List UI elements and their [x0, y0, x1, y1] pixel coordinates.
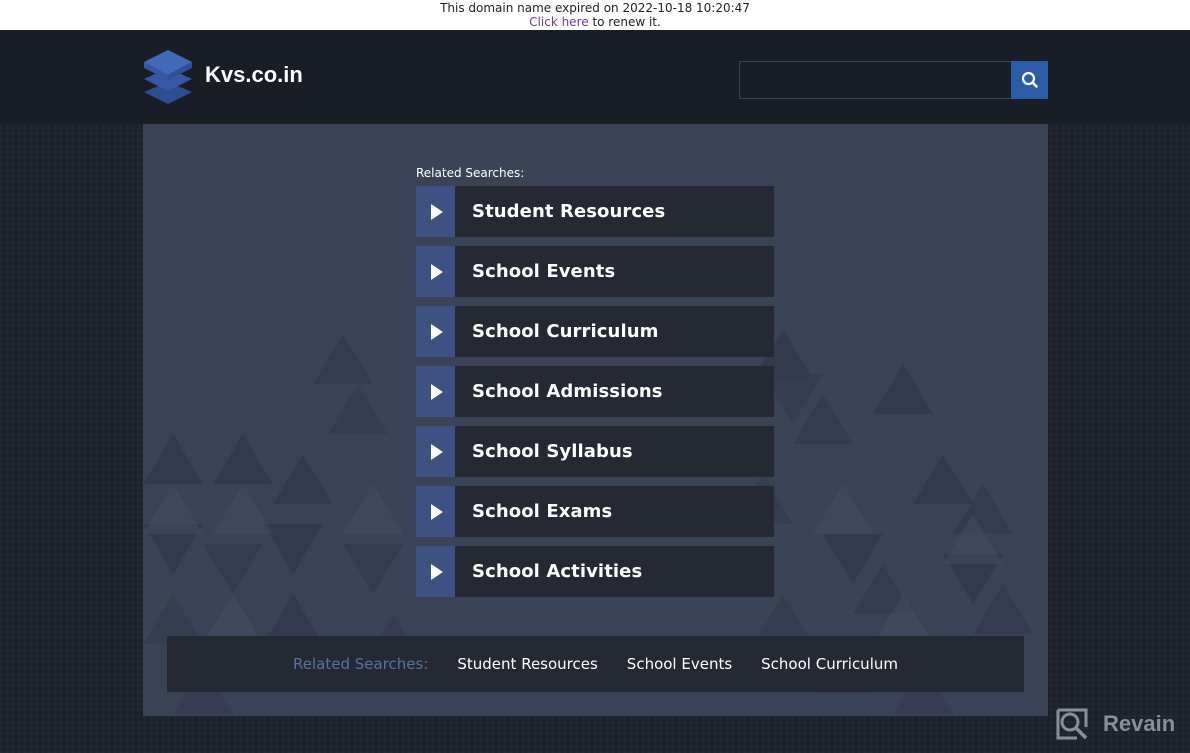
related-searches-label: Related Searches: — [416, 166, 525, 180]
search-form — [739, 61, 1048, 99]
site-header: Kvs.co.in — [0, 30, 1190, 124]
related-link-label: School Activities — [455, 546, 774, 597]
related-link-label: Student Resources — [455, 186, 774, 237]
related-link-school-activities[interactable]: School Activities — [416, 546, 774, 597]
footer-link-school-curriculum[interactable]: School Curriculum — [761, 655, 898, 673]
renew-suffix: to renew it. — [588, 15, 661, 29]
footer-related-label: Related Searches: — [293, 655, 429, 673]
related-link-label: School Admissions — [455, 366, 774, 417]
footer-link-school-events[interactable]: School Events — [627, 655, 732, 673]
main-panel: Related Searches: Student Resources Scho… — [143, 124, 1048, 716]
revain-text: Revain — [1103, 711, 1176, 736]
related-link-school-syllabus[interactable]: School Syllabus — [416, 426, 774, 477]
revain-logo-icon — [1056, 708, 1088, 740]
site-logo[interactable]: Kvs.co.in — [143, 48, 303, 106]
footer-related-searches: Related Searches: Student Resources Scho… — [167, 636, 1024, 692]
logo-text: Kvs.co.in — [205, 62, 303, 87]
play-arrow-icon — [416, 306, 455, 357]
footer-link-student-resources[interactable]: Student Resources — [457, 655, 597, 673]
renew-line: Click here to renew it. — [0, 15, 1190, 29]
search-button[interactable] — [1011, 61, 1048, 99]
related-link-school-exams[interactable]: School Exams — [416, 486, 774, 537]
related-link-school-curriculum[interactable]: School Curriculum — [416, 306, 774, 357]
related-link-label: School Exams — [455, 486, 774, 537]
related-links-list: Student Resources School Events School C… — [416, 186, 774, 606]
play-arrow-icon — [416, 546, 455, 597]
layers-icon — [144, 50, 192, 104]
play-arrow-icon — [416, 486, 455, 537]
play-arrow-icon — [416, 186, 455, 237]
play-arrow-icon — [416, 366, 455, 417]
search-input[interactable] — [739, 61, 1011, 99]
related-link-label: School Events — [455, 246, 774, 297]
related-link-school-events[interactable]: School Events — [416, 246, 774, 297]
domain-expiry-notice: This domain name expired on 2022-10-18 1… — [0, 0, 1190, 30]
renew-link[interactable]: Click here — [529, 15, 588, 29]
play-arrow-icon — [416, 426, 455, 477]
search-icon — [1021, 71, 1038, 88]
related-link-school-admissions[interactable]: School Admissions — [416, 366, 774, 417]
revain-watermark: Revain — [1055, 707, 1175, 741]
related-link-label: School Curriculum — [455, 306, 774, 357]
related-link-student-resources[interactable]: Student Resources — [416, 186, 774, 237]
expiry-message: This domain name expired on 2022-10-18 1… — [440, 1, 750, 15]
play-arrow-icon — [416, 246, 455, 297]
related-link-label: School Syllabus — [455, 426, 774, 477]
